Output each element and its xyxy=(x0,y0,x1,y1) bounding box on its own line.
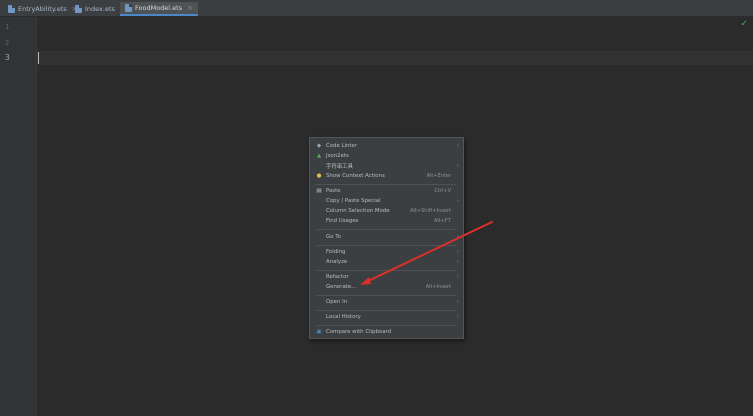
menu-separator xyxy=(316,310,457,311)
tab-label: EntryAbility.ets xyxy=(18,5,67,13)
menu-item-label: Folding xyxy=(326,249,346,255)
menu-item-label: Find Usages xyxy=(326,218,359,224)
submenu-arrow-icon: › xyxy=(457,314,459,320)
menu-item-go-to[interactable]: Go To › xyxy=(310,232,463,242)
editor-context-menu: ◆ Code Linter › ▲ Json2ets 字符串工具 › ● Sho… xyxy=(309,137,464,339)
menu-item-label: Compare with Clipboard xyxy=(326,329,392,335)
menu-item-open-in[interactable]: Open In › xyxy=(310,297,463,307)
menu-item-label: 字符串工具 xyxy=(326,164,353,170)
linter-icon: ◆ xyxy=(316,143,322,149)
menu-item-analyze[interactable]: Analyze › xyxy=(310,257,463,267)
file-icon xyxy=(8,5,15,13)
editor-tab-bar: EntryAbility.ets × Index.ets × FoodModel… xyxy=(0,0,753,17)
shortcut-label: Alt+Enter xyxy=(426,173,451,179)
submenu-arrow-icon: › xyxy=(457,163,459,169)
menu-separator xyxy=(316,245,457,246)
menu-item-paste[interactable]: ▤ Paste Ctrl+V xyxy=(310,186,463,196)
shortcut-label: Ctrl+V xyxy=(434,188,451,194)
shortcut-label: Alt+F7 xyxy=(433,218,451,224)
menu-item-label: Refactor xyxy=(326,274,349,280)
submenu-arrow-icon: › xyxy=(457,249,459,255)
lightbulb-icon: ● xyxy=(316,173,322,179)
file-icon xyxy=(125,4,132,12)
tab-foodmodel[interactable]: FoodModel.ets × xyxy=(120,2,198,16)
submenu-arrow-icon: › xyxy=(457,259,459,265)
menu-item-label: Open In xyxy=(326,299,348,305)
menu-separator xyxy=(316,295,457,296)
clipboard-icon: ▤ xyxy=(316,188,322,194)
menu-item-label: Go To xyxy=(326,234,341,240)
menu-item-label: Json2ets xyxy=(326,153,349,159)
menu-item-local-history[interactable]: Local History › xyxy=(310,312,463,322)
menu-item-label: Generate... xyxy=(326,284,357,290)
line-number: 2 xyxy=(5,39,10,47)
line-number-gutter: 1 2 3 xyxy=(0,17,37,416)
close-icon[interactable]: × xyxy=(187,4,193,12)
menu-item-generate[interactable]: Generate... Alt+Insert xyxy=(310,282,463,292)
json2ets-icon: ▲ xyxy=(316,153,322,159)
shortcut-label: Alt+Insert xyxy=(425,284,451,290)
menu-item-copy-paste-special[interactable]: Copy / Paste Special › xyxy=(310,196,463,206)
menu-item-find-usages[interactable]: Find Usages Alt+F7 xyxy=(310,216,463,226)
menu-item-label: Column Selection Mode xyxy=(326,208,390,214)
line-number: 1 xyxy=(5,23,10,31)
line-number-current: 3 xyxy=(5,53,10,62)
menu-separator xyxy=(316,229,457,230)
current-line-highlight xyxy=(37,51,753,65)
tab-label: FoodModel.ets xyxy=(135,4,183,12)
menu-separator xyxy=(316,184,457,185)
menu-item-label: Paste xyxy=(326,188,341,194)
menu-item-json2ets[interactable]: ▲ Json2ets xyxy=(310,151,463,161)
menu-item-label: Analyze xyxy=(326,259,348,265)
shortcut-label: Alt+Shift+Insert xyxy=(410,208,451,214)
submenu-arrow-icon: › xyxy=(457,198,459,204)
menu-separator xyxy=(316,270,457,271)
menu-item-string-tools[interactable]: 字符串工具 › xyxy=(310,161,463,171)
menu-item-label: Copy / Paste Special xyxy=(326,198,381,204)
menu-item-refactor[interactable]: Refactor › xyxy=(310,272,463,282)
menu-item-label: Local History xyxy=(326,314,361,320)
tab-label: Index.ets xyxy=(85,5,115,13)
menu-item-code-linter[interactable]: ◆ Code Linter › xyxy=(310,141,463,151)
menu-separator xyxy=(316,325,457,326)
menu-item-column-selection-mode[interactable]: Column Selection Mode Alt+Shift+Insert xyxy=(310,206,463,216)
submenu-arrow-icon: › xyxy=(457,274,459,280)
menu-item-label: Code Linter xyxy=(326,143,358,149)
compare-icon: ▣ xyxy=(316,329,322,335)
submenu-arrow-icon: › xyxy=(457,143,459,149)
checkmark-icon[interactable]: ✓ xyxy=(740,19,748,29)
text-caret xyxy=(38,52,39,64)
file-icon xyxy=(75,5,82,13)
submenu-arrow-icon: › xyxy=(457,234,459,240)
menu-item-show-context-actions[interactable]: ● Show Context Actions Alt+Enter xyxy=(310,171,463,181)
menu-item-compare-with-clipboard[interactable]: ▣ Compare with Clipboard xyxy=(310,327,463,337)
menu-item-label: Show Context Actions xyxy=(326,173,385,179)
submenu-arrow-icon: › xyxy=(457,299,459,305)
menu-item-folding[interactable]: Folding › xyxy=(310,247,463,257)
